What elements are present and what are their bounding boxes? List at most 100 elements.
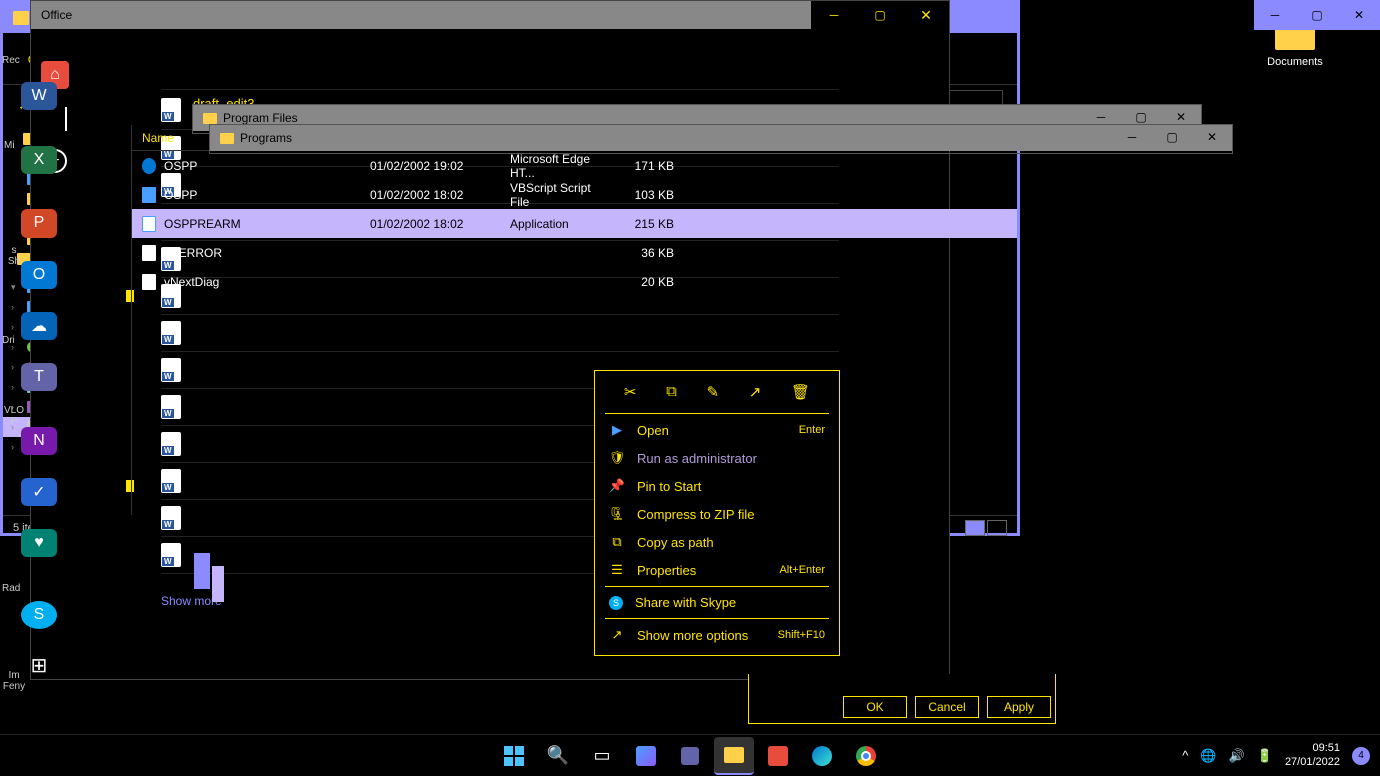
time: 09:51: [1285, 742, 1340, 755]
file-name: OSPPREARM: [164, 217, 241, 231]
folder-icon: [220, 133, 234, 144]
file-row[interactable]: vNextDiag 20 KB: [132, 267, 1017, 296]
file-row[interactable]: OSPPREARM 01/02/2002 18:02 Application 2…: [132, 209, 1017, 238]
file-row[interactable]: OSPP 01/02/2002 18:02 VBScript Script Fi…: [132, 180, 1017, 209]
word-icon: [161, 543, 181, 567]
date: 27/01/2022: [1285, 756, 1340, 769]
dialog-buttons: OK Cancel Apply: [748, 692, 1056, 724]
family-app-icon[interactable]: ♥: [21, 529, 57, 557]
minimize-button[interactable]: ─: [1254, 0, 1296, 30]
file-date: 01/02/2002 18:02: [360, 217, 500, 231]
search-button[interactable]: 🔍: [538, 737, 578, 775]
ctx-compress[interactable]: 🗜Compress to ZIP file: [595, 500, 839, 528]
tray-volume-icon[interactable]: 🔊: [1229, 748, 1245, 764]
dock-label: Mi: [4, 140, 15, 151]
desktop-label: Documents: [1267, 56, 1323, 68]
titlebar[interactable]: Programs: [210, 125, 1232, 151]
details-view-button[interactable]: [965, 520, 985, 536]
file-size: 215 KB: [612, 217, 684, 231]
file-row[interactable]: OSPP 01/02/2002 19:02 Microsoft Edge HT.…: [132, 151, 1017, 180]
ctx-share-skype[interactable]: SShare with Skype: [595, 589, 839, 616]
rename-icon[interactable]: ✎: [707, 383, 720, 401]
ctx-pin-start[interactable]: 📌Pin to Start: [595, 472, 839, 500]
ctx-show-more[interactable]: ↗Show more optionsShift+F10: [595, 621, 839, 649]
file-size: 36 KB: [612, 246, 684, 260]
share-icon[interactable]: ↗: [749, 383, 762, 401]
dock-label: Rec: [2, 55, 20, 66]
file-date: 01/02/2002 19:02: [360, 159, 500, 173]
chat-button[interactable]: [670, 737, 710, 775]
excel-app-icon[interactable]: X: [21, 146, 57, 174]
tray-network-icon[interactable]: 🌐: [1200, 748, 1216, 764]
maximize-button[interactable]: ▢: [857, 1, 903, 29]
dock-label: Dri: [2, 335, 15, 346]
ctx-run-admin[interactable]: 🛡Run as administrator: [595, 444, 839, 472]
file-icon: [142, 187, 156, 203]
file-icon: [142, 274, 156, 290]
file-type: VBScript Script File: [500, 181, 612, 209]
minimize-button[interactable]: ─: [1112, 125, 1152, 149]
file-row[interactable]: SLERROR 36 KB: [132, 238, 1017, 267]
window-edge: [194, 553, 210, 589]
window-edge: [212, 566, 224, 602]
app-taskbar-button[interactable]: [758, 737, 798, 775]
close-button[interactable]: ✕: [903, 1, 949, 29]
dock-label: Rad: [2, 583, 20, 594]
folder-icon: [203, 113, 217, 124]
dock-label: sSh: [4, 245, 24, 267]
file-date: 01/02/2002 18:02: [360, 188, 500, 202]
window-title: Programs: [240, 131, 292, 145]
task-view-button[interactable]: ▭: [582, 737, 622, 775]
close-button[interactable]: ✕: [1192, 125, 1232, 149]
start-button[interactable]: [494, 737, 534, 775]
teams-app-icon[interactable]: T: [21, 363, 57, 391]
programs-window: Programs ─▢✕: [209, 124, 1233, 154]
todo-app-icon[interactable]: ✓: [21, 478, 57, 506]
file-icon: [142, 216, 156, 232]
onedrive-app-icon[interactable]: ☁: [21, 312, 57, 340]
file-icon: [142, 158, 156, 174]
file-size: 171 KB: [612, 159, 684, 173]
explorer-taskbar-button[interactable]: [714, 737, 754, 775]
clock[interactable]: 09:51 27/01/2022: [1285, 742, 1340, 768]
notification-badge[interactable]: 4: [1352, 747, 1370, 765]
word-icon: [161, 98, 181, 122]
file-icon: [142, 245, 156, 261]
file-name: SLERROR: [164, 246, 222, 260]
maximize-button[interactable]: ▢: [1152, 125, 1192, 149]
minimize-button[interactable]: ─: [811, 1, 857, 29]
close-button[interactable]: ✕: [1338, 0, 1380, 30]
window-title: Program Files: [223, 111, 298, 125]
dock-label: VLOP: [0, 405, 28, 427]
copy-icon[interactable]: ⧉: [666, 383, 677, 401]
dialog-border: [748, 674, 1056, 692]
outlook-app-icon[interactable]: O: [21, 261, 57, 289]
file-type: Application: [500, 217, 612, 231]
word-app-icon[interactable]: W: [21, 82, 57, 110]
file-list: Name▲ Date modified Type Size OSPP 01/02…: [131, 125, 1017, 515]
skype-app-icon[interactable]: S: [21, 601, 57, 629]
widgets-button[interactable]: [626, 737, 666, 775]
apply-button[interactable]: Apply: [987, 696, 1051, 718]
icons-view-button[interactable]: [987, 520, 1007, 536]
ctx-open[interactable]: ▶OpenEnter: [595, 416, 839, 444]
cancel-button[interactable]: Cancel: [915, 696, 979, 718]
edge-taskbar-button[interactable]: [802, 737, 842, 775]
file-size: 20 KB: [612, 275, 684, 289]
context-menu: ✂ ⧉ ✎ ↗ 🗑 ▶OpenEnter 🛡Run as administrat…: [594, 370, 840, 656]
cut-icon[interactable]: ✂: [624, 383, 637, 401]
chrome-taskbar-button[interactable]: [846, 737, 886, 775]
ctx-copy-path[interactable]: ⧉Copy as path: [595, 528, 839, 556]
file-size: 103 KB: [612, 188, 684, 202]
file-name: OSPP: [164, 188, 197, 202]
onenote-app-icon[interactable]: N: [21, 427, 57, 455]
tray-battery-icon[interactable]: 🔋: [1257, 748, 1273, 764]
maximize-button[interactable]: ▢: [1296, 0, 1338, 30]
ok-button[interactable]: OK: [843, 696, 907, 718]
dock-label: ImFeny: [0, 670, 28, 692]
ctx-properties[interactable]: ☰PropertiesAlt+Enter: [595, 556, 839, 584]
file-type: Microsoft Edge HT...: [500, 152, 612, 180]
powerpoint-app-icon[interactable]: P: [21, 209, 57, 237]
tray-chevron-icon[interactable]: ^: [1182, 748, 1188, 763]
delete-icon[interactable]: 🗑: [791, 383, 810, 401]
